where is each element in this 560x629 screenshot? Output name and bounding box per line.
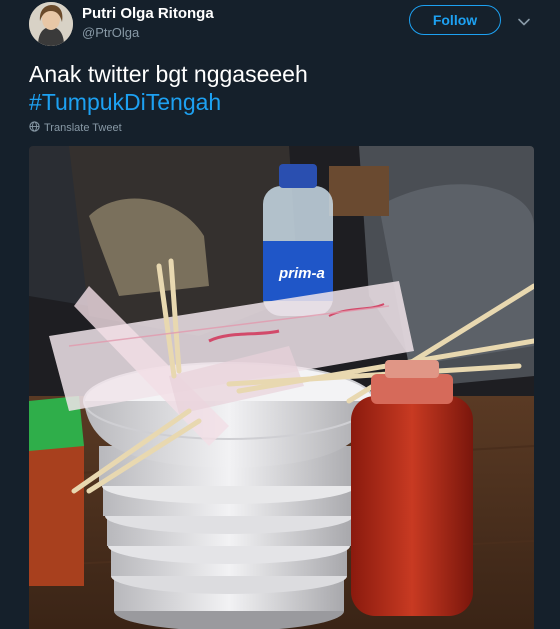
globe-icon: [29, 121, 40, 135]
follow-button[interactable]: Follow: [409, 5, 501, 35]
tweet-photo[interactable]: prim-a: [29, 146, 534, 629]
hashtag-link[interactable]: #TumpukDiTengah: [29, 88, 534, 116]
author-avatar[interactable]: [29, 2, 73, 46]
chevron-down-icon[interactable]: [516, 14, 532, 30]
tweet-body: Anak twitter bgt nggaseeeh: [29, 61, 308, 87]
author-handle[interactable]: @PtrOlga: [82, 25, 139, 40]
tweet-text: Anak twitter bgt nggaseeeh #TumpukDiTeng…: [29, 60, 534, 116]
author-name[interactable]: Putri Olga Ritonga: [82, 5, 214, 22]
translate-tweet-link[interactable]: Translate Tweet: [29, 121, 122, 135]
bottle-label: prim-a: [278, 265, 325, 282]
translate-label: Translate Tweet: [44, 122, 122, 134]
